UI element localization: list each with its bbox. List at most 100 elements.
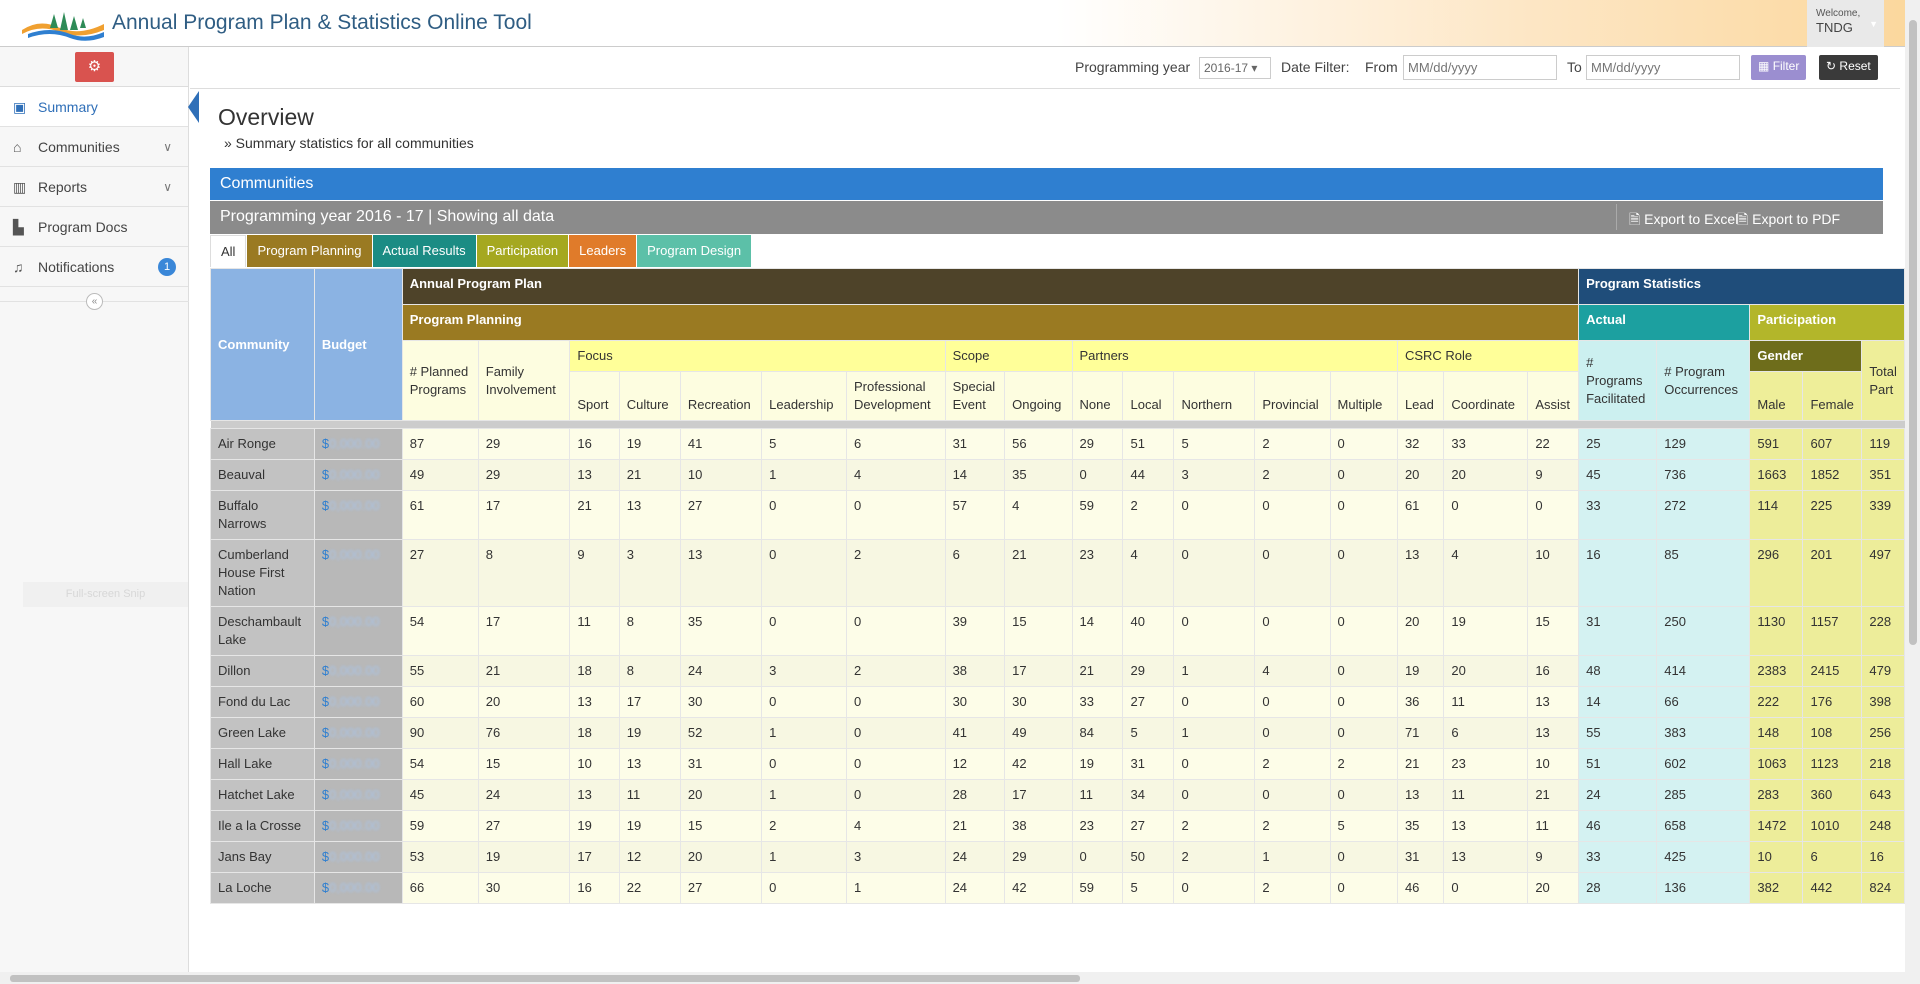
community-cell[interactable]: Jans Bay: [210, 841, 315, 873]
col-lead[interactable]: Lead: [1396, 371, 1445, 421]
programming-year-select[interactable]: 2016-17 ▾: [1199, 57, 1271, 79]
budget-cell[interactable]: $0,000.00: [313, 686, 403, 718]
community-cell[interactable]: Beauval: [210, 459, 315, 491]
data-cell: 55: [1578, 717, 1658, 749]
col-female[interactable]: Female: [1802, 371, 1863, 421]
group-partners: Partners: [1071, 340, 1398, 372]
data-cell: 29: [477, 459, 571, 491]
scrollbar-thumb[interactable]: [10, 975, 1080, 982]
data-cell: 31: [679, 748, 763, 780]
col-leadership[interactable]: Leadership: [761, 371, 847, 421]
data-cell: 0: [1254, 779, 1331, 811]
col-none[interactable]: None: [1071, 371, 1124, 421]
community-cell[interactable]: Ile a la Crosse: [210, 810, 315, 842]
col-recreation[interactable]: Recreation: [679, 371, 763, 421]
data-cell: 17: [569, 841, 620, 873]
data-cell: 0: [1329, 606, 1398, 656]
data-grid[interactable]: Community Budget Annual Program Plan Pro…: [210, 268, 1905, 972]
reset-button[interactable]: ↻ Reset: [1819, 55, 1878, 80]
tab-program-planning[interactable]: Program Planning: [247, 235, 372, 267]
redacted-amount: 0,000.00: [329, 787, 380, 802]
data-cell: 2: [1254, 872, 1331, 904]
col-culture[interactable]: Culture: [618, 371, 681, 421]
data-cell: 10: [1749, 841, 1804, 873]
collapse-sidebar-icon[interactable]: «: [86, 293, 103, 310]
user-menu[interactable]: Welcome, TNDG ▼: [1807, 0, 1884, 47]
col-community[interactable]: Community: [210, 268, 315, 421]
data-cell: 2: [1329, 748, 1398, 780]
col-programs-facilitated[interactable]: # Programs Facilitated: [1578, 340, 1658, 421]
col-local[interactable]: Local: [1122, 371, 1175, 421]
budget-cell[interactable]: $0,000.00: [313, 655, 403, 687]
community-cell[interactable]: Deschambault Lake: [210, 606, 315, 656]
vertical-scrollbar[interactable]: [1905, 0, 1920, 984]
col-professional-development[interactable]: Professional Development: [846, 371, 946, 421]
col-budget[interactable]: Budget: [313, 268, 403, 421]
community-cell[interactable]: Green Lake: [210, 717, 315, 749]
sidebar-item-communities[interactable]: ⌂ Communities ∨: [0, 127, 188, 167]
community-cell[interactable]: Cumberland House First Nation: [210, 539, 315, 607]
col-male[interactable]: Male: [1749, 371, 1804, 421]
tab-program-design[interactable]: Program Design: [637, 235, 752, 267]
tab-actual-results[interactable]: Actual Results: [372, 235, 476, 267]
currency-symbol: $: [321, 787, 330, 802]
col-family-involvement[interactable]: Family Involvement: [477, 340, 571, 421]
col-assist[interactable]: Assist: [1527, 371, 1580, 421]
sidebar-item-summary[interactable]: ▣ Summary: [0, 87, 199, 127]
bell-icon: ♫: [13, 259, 24, 275]
community-cell[interactable]: Hatchet Lake: [210, 779, 315, 811]
sidebar-item-notifications[interactable]: ♫ Notifications 1: [0, 247, 188, 287]
budget-cell[interactable]: $0,000.00: [313, 428, 403, 460]
community-cell[interactable]: Hall Lake: [210, 748, 315, 780]
data-cell: 442: [1802, 872, 1863, 904]
data-cell: 1: [1173, 717, 1256, 749]
scrollbar-thumb[interactable]: [1909, 20, 1917, 645]
community-cell[interactable]: Air Ronge: [210, 428, 315, 460]
export-excel-button[interactable]: 🗎 Export to Excel: [1629, 209, 1738, 233]
budget-cell[interactable]: $0,000.00: [313, 872, 403, 904]
col-special-event[interactable]: Special Event: [944, 371, 1006, 421]
budget-cell[interactable]: $0,000.00: [313, 779, 403, 811]
col-northern[interactable]: Northern: [1173, 371, 1256, 421]
budget-cell[interactable]: $0,000.00: [313, 748, 403, 780]
data-cell: 12: [618, 841, 681, 873]
col-planned-programs[interactable]: # Planned Programs: [401, 340, 479, 421]
budget-cell[interactable]: $0,000.00: [313, 810, 403, 842]
col-total-participants[interactable]: Total Part: [1861, 340, 1905, 421]
col-coordinate[interactable]: Coordinate: [1443, 371, 1529, 421]
col-provincial[interactable]: Provincial: [1254, 371, 1331, 421]
col-ongoing[interactable]: Ongoing: [1004, 371, 1073, 421]
budget-cell[interactable]: $0,000.00: [313, 459, 403, 491]
community-cell[interactable]: Fond du Lac: [210, 686, 315, 718]
from-date-input[interactable]: [1403, 55, 1557, 80]
budget-cell[interactable]: $0,000.00: [313, 841, 403, 873]
budget-cell[interactable]: $0,000.00: [313, 717, 403, 749]
budget-cell[interactable]: $0,000.00: [313, 490, 403, 540]
budget-cell[interactable]: $0,000.00: [313, 539, 403, 607]
col-program-occurrences[interactable]: # Program Occurrences: [1656, 340, 1751, 421]
budget-cell[interactable]: $0,000.00: [313, 606, 403, 656]
horizontal-scrollbar[interactable]: [0, 972, 1905, 984]
settings-button[interactable]: ⚙: [75, 52, 114, 82]
sidebar-item-reports[interactable]: ▥ Reports ∨: [0, 167, 188, 207]
export-pdf-button[interactable]: 🗎 Export to PDF: [1737, 209, 1840, 233]
col-sport[interactable]: Sport: [569, 371, 620, 421]
tab-leaders[interactable]: Leaders: [569, 235, 637, 267]
community-cell[interactable]: Buffalo Narrows: [210, 490, 315, 540]
data-cell: 31: [1578, 606, 1658, 656]
to-date-input[interactable]: [1586, 55, 1740, 80]
sidebar-item-program-docs[interactable]: ▙ Program Docs: [0, 207, 188, 247]
data-cell: 14: [1071, 606, 1124, 656]
filter-button[interactable]: ▦ Filter: [1751, 55, 1807, 80]
data-cell: 40: [1122, 606, 1175, 656]
community-cell[interactable]: La Loche: [210, 872, 315, 904]
data-cell: 46: [1578, 810, 1658, 842]
col-multiple[interactable]: Multiple: [1329, 371, 1398, 421]
tab-all[interactable]: All: [210, 235, 247, 267]
data-cell: 0: [1254, 490, 1331, 540]
logo-icon: [22, 12, 104, 41]
community-cell[interactable]: Dillon: [210, 655, 315, 687]
data-cell: 0: [1329, 872, 1398, 904]
data-cell: 479: [1861, 655, 1905, 687]
tab-participation[interactable]: Participation: [476, 235, 569, 267]
